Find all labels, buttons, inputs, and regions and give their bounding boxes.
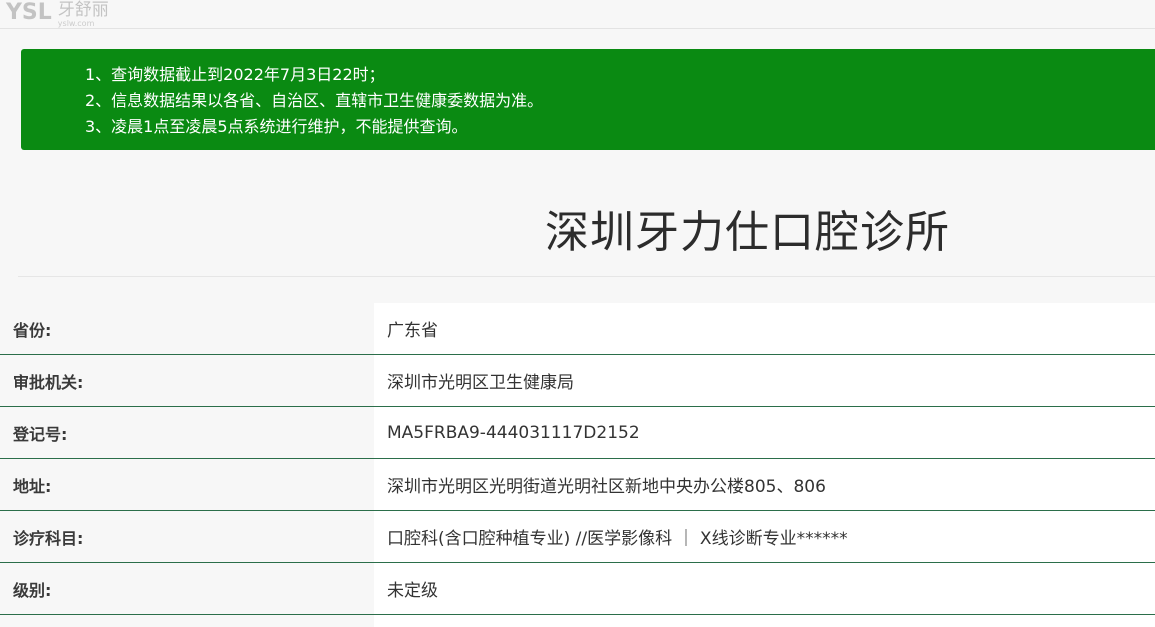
info-value-level: 未定级: [374, 563, 1155, 614]
info-label-level: 级别:: [0, 563, 374, 614]
table-continuation: [374, 615, 1155, 627]
info-value-authority: 深圳市光明区卫生健康局: [374, 355, 1155, 406]
notice-line-3: 3、凌晨1点至凌晨5点系统进行维护，不能提供查询。: [85, 117, 468, 136]
logo-chinese-name: 牙舒丽: [57, 0, 109, 20]
info-label-registration: 登记号:: [0, 407, 374, 458]
info-label-departments: 诊疗科目:: [0, 511, 374, 562]
notice-line-2: 2、信息数据结果以各省、自治区、直辖市卫生健康委数据为准。: [85, 91, 544, 110]
logo-mark: YSL: [6, 0, 52, 25]
info-row-registration: 登记号: MA5FRBA9-444031117D2152: [0, 407, 1155, 459]
top-bar: YSL 牙舒丽 yslw.com: [0, 0, 1155, 29]
info-row-authority: 审批机关: 深圳市光明区卫生健康局: [0, 355, 1155, 407]
site-logo[interactable]: YSL 牙舒丽 yslw.com: [6, 0, 109, 28]
clinic-info-table: 省份: 广东省 审批机关: 深圳市光明区卫生健康局 登记号: MA5FRBA9-…: [0, 303, 1155, 615]
info-row-level: 级别: 未定级: [0, 563, 1155, 615]
info-label-authority: 审批机关:: [0, 355, 374, 406]
clinic-name-title: 深圳牙力仕口腔诊所: [545, 207, 950, 258]
info-value-province: 广东省: [374, 303, 1155, 354]
notice-line-1: 1、查询数据截止到2022年7月3日22时；: [85, 65, 385, 84]
info-label-address: 地址:: [0, 459, 374, 510]
info-value-registration: MA5FRBA9-444031117D2152: [374, 407, 1155, 458]
info-row-address: 地址: 深圳市光明区光明街道光明社区新地中央办公楼805、806: [0, 459, 1155, 511]
info-value-departments: 口腔科(含口腔种植专业) //医学影像科 ｜ X线诊断专业******: [374, 511, 1155, 562]
title-divider: [18, 276, 1155, 277]
logo-text: 牙舒丽 yslw.com: [58, 0, 109, 28]
notice-box: 1、查询数据截止到2022年7月3日22时； 2、信息数据结果以各省、自治区、直…: [21, 49, 1155, 150]
logo-url: yslw.com: [57, 19, 95, 28]
info-label-province: 省份:: [0, 303, 374, 354]
info-row-province: 省份: 广东省: [0, 303, 1155, 355]
info-value-address: 深圳市光明区光明街道光明社区新地中央办公楼805、806: [374, 459, 1155, 510]
info-row-departments: 诊疗科目: 口腔科(含口腔种植专业) //医学影像科 ｜ X线诊断专业*****…: [0, 511, 1155, 563]
